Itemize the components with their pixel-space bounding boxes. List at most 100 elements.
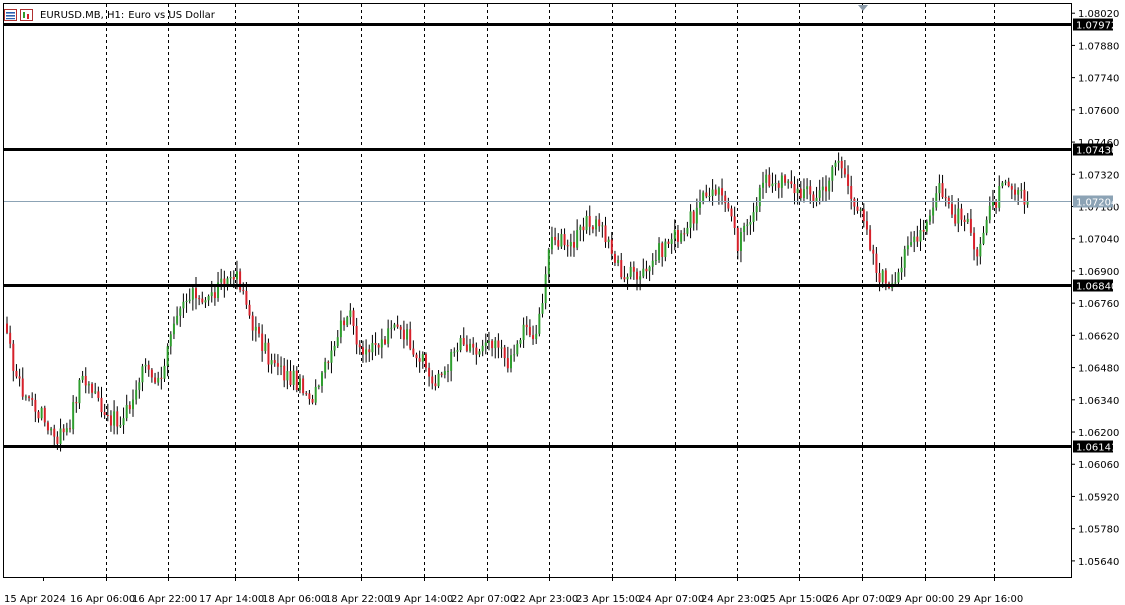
candle [960, 203, 963, 226]
candle [654, 249, 657, 266]
price-chart[interactable]: 15 Apr 2024 16 Apr 06:0016 Apr 22:00 17 Ap… [0, 0, 1125, 605]
candle [765, 169, 768, 194]
candle [176, 306, 179, 326]
symbol-description: Euro vs US Dollar [128, 9, 215, 21]
candle [487, 331, 490, 351]
candle [875, 246, 878, 283]
candle [973, 227, 976, 261]
candle [739, 227, 742, 263]
candle [947, 195, 950, 209]
candle [843, 160, 846, 178]
candle [585, 210, 588, 234]
level-price-label: 1.07430 [1076, 146, 1117, 157]
candle [573, 230, 575, 257]
candle [195, 276, 197, 310]
candle [128, 401, 131, 414]
candle [472, 337, 475, 355]
candle [239, 268, 242, 293]
candle [406, 323, 409, 346]
candle [437, 370, 440, 389]
candle [226, 276, 229, 291]
candle [749, 215, 752, 235]
candle [601, 221, 604, 238]
candle [793, 176, 796, 205]
candle [736, 225, 739, 260]
candle [774, 174, 777, 191]
candle [147, 360, 150, 377]
chart-properties-icon[interactable] [4, 9, 17, 21]
candle [1026, 191, 1029, 208]
candle [850, 175, 853, 210]
chart-window[interactable]: 15 Apr 2024 16 Apr 06:00 16 Apr 22:00 17 Ap… [0, 0, 1125, 605]
candle [670, 233, 673, 254]
chart-window-icon[interactable] [20, 9, 33, 21]
price-tick-label: 1.07880 [1078, 41, 1119, 52]
candle [891, 274, 894, 292]
candle [667, 238, 670, 248]
candle [154, 372, 157, 385]
candle [484, 333, 487, 355]
time-tick-label: 29 Apr 00:00 [889, 594, 954, 605]
candle [629, 261, 632, 280]
axis-layer [3, 3, 1072, 578]
candle [31, 392, 34, 407]
candle [380, 328, 383, 359]
candle [28, 395, 31, 402]
candle-layer [6, 152, 1029, 452]
time-tick-label: 22 Apr 07:00 [451, 594, 516, 605]
candle [450, 348, 453, 382]
candle [906, 236, 909, 256]
price-tick-label: 1.07040 [1078, 235, 1119, 246]
chart-title-bar: EURUSD.MB, H1: Euro vs US Dollar [4, 8, 215, 22]
candle [321, 370, 323, 393]
candle [525, 316, 528, 336]
time-tick-label: 22 Apr 23:00 [513, 594, 578, 605]
candle [150, 368, 153, 383]
candle [6, 316, 8, 335]
candle [925, 219, 928, 235]
candle [752, 202, 755, 232]
candle [648, 265, 651, 282]
price-tick-label: 1.06900 [1078, 267, 1119, 278]
candle [447, 364, 449, 383]
candle [733, 206, 736, 235]
candle [295, 366, 298, 393]
candle [617, 255, 620, 267]
candle [976, 246, 979, 266]
candle [998, 175, 1001, 212]
candle [258, 322, 260, 338]
time-tick-label: 29 Apr 16:00 [958, 594, 1023, 605]
candle [204, 297, 207, 308]
bid-price-label: 1.07204 [1076, 198, 1117, 209]
time-tick-label: 16 Apr 06:00 [70, 594, 135, 605]
candle [116, 406, 119, 435]
candle [431, 370, 434, 390]
candle [191, 284, 194, 311]
candle [317, 384, 320, 390]
grid-layer [43, 4, 1075, 581]
candle [982, 226, 985, 246]
candle [346, 315, 349, 328]
candle [327, 360, 330, 370]
candle [280, 356, 283, 376]
candle [935, 186, 938, 211]
time-tick-label: 19 Apr 14:00 [388, 594, 453, 605]
candle [954, 204, 957, 227]
candle [1014, 183, 1016, 201]
candle [113, 400, 116, 435]
candle [333, 341, 336, 357]
candle [727, 197, 730, 212]
candle [141, 363, 144, 392]
candle [664, 238, 667, 262]
candle [172, 316, 175, 340]
shift-marker-icon[interactable] [858, 5, 868, 11]
candle [699, 189, 701, 215]
candle [298, 374, 301, 394]
candle [412, 340, 415, 357]
candle [825, 175, 827, 202]
candle [632, 261, 635, 280]
candle [676, 225, 679, 248]
candle [276, 354, 279, 376]
price-tick-label: 1.05640 [1078, 557, 1119, 568]
label-layer: 15 Apr 2024 16 Apr 06:0016 Apr 22:00 17 Ap… [4, 9, 1119, 605]
